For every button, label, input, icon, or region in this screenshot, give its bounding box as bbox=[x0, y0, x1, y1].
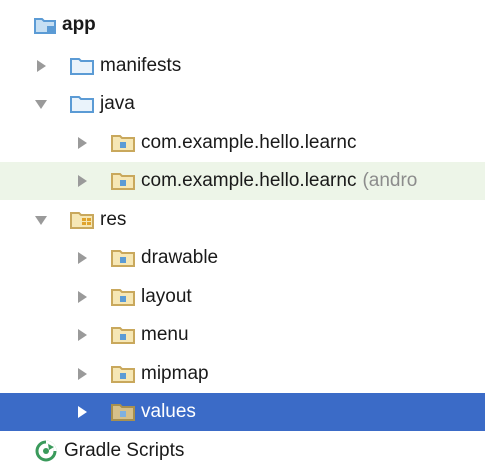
tree-node-java[interactable]: java bbox=[0, 85, 485, 123]
resource-folder-icon bbox=[70, 211, 94, 229]
tree-node-manifests[interactable]: manifests bbox=[0, 47, 485, 85]
tree-node-label: com.example.hello.learnc bbox=[141, 132, 357, 153]
triangle-right-icon[interactable] bbox=[75, 328, 89, 342]
triangle-right-icon[interactable] bbox=[75, 136, 89, 150]
package-folder-icon bbox=[111, 172, 135, 190]
tree-node-label: app bbox=[62, 14, 96, 35]
package-folder-icon bbox=[111, 134, 135, 152]
tree-node-mipmap[interactable]: mipmap bbox=[0, 355, 485, 393]
triangle-right-icon[interactable] bbox=[34, 59, 48, 73]
tree-node-label: Gradle Scripts bbox=[64, 440, 185, 461]
tree-node-label: java bbox=[100, 93, 135, 114]
tree-node-package-test[interactable]: com.example.hello.learnc (andro bbox=[0, 162, 485, 200]
tree-node-layout[interactable]: layout bbox=[0, 278, 485, 316]
triangle-right-icon[interactable] bbox=[75, 405, 89, 419]
triangle-right-icon[interactable] bbox=[75, 290, 89, 304]
package-folder-icon bbox=[111, 365, 135, 383]
tree-node-label: manifests bbox=[100, 55, 182, 76]
tree-node-app[interactable]: app bbox=[0, 6, 485, 44]
package-folder-icon bbox=[111, 249, 135, 267]
tree-node-label: menu bbox=[141, 324, 189, 345]
tree-node-label: layout bbox=[141, 286, 192, 307]
folder-icon bbox=[70, 95, 94, 113]
module-folder-icon bbox=[34, 16, 56, 34]
triangle-down-icon[interactable] bbox=[34, 97, 48, 111]
folder-icon bbox=[70, 57, 94, 75]
tree-node-label: drawable bbox=[141, 247, 219, 268]
tree-node-menu[interactable]: menu bbox=[0, 316, 485, 354]
gradle-scripts-icon bbox=[34, 439, 58, 463]
tree-node-label: res bbox=[100, 209, 127, 230]
triangle-down-icon[interactable] bbox=[34, 213, 48, 227]
tree-node-res[interactable]: res bbox=[0, 201, 485, 239]
tree-node-drawable[interactable]: drawable bbox=[0, 239, 485, 277]
project-tree: app manifests java com.example.hello.lea… bbox=[0, 0, 485, 469]
triangle-right-icon[interactable] bbox=[75, 367, 89, 381]
triangle-right-icon[interactable] bbox=[75, 174, 89, 188]
tree-node-package-main[interactable]: com.example.hello.learnc bbox=[0, 124, 485, 162]
tree-node-label: values bbox=[141, 401, 196, 422]
tree-node-suffix: (andro bbox=[362, 170, 418, 191]
tree-node-values[interactable]: values bbox=[0, 393, 485, 431]
tree-node-label: com.example.hello.learnc bbox=[141, 170, 357, 191]
package-folder-icon bbox=[111, 288, 135, 306]
triangle-right-icon[interactable] bbox=[75, 251, 89, 265]
tree-node-label: mipmap bbox=[141, 363, 209, 384]
package-folder-icon bbox=[111, 326, 135, 344]
tree-node-gradle-scripts[interactable]: Gradle Scripts bbox=[0, 432, 485, 469]
package-folder-icon bbox=[111, 403, 135, 421]
